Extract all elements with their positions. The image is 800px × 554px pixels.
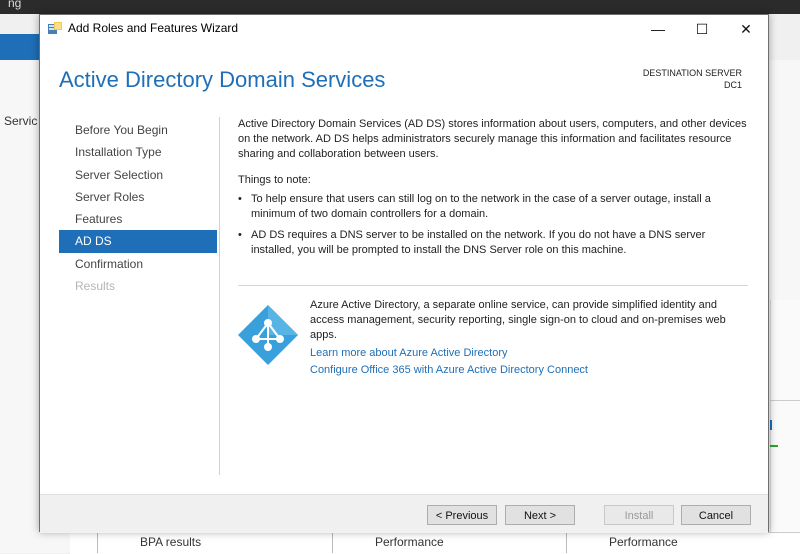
title-bar[interactable]: Add Roles and Features Wizard — ☐ ✕ xyxy=(40,15,768,43)
wizard-window: Add Roles and Features Wizard — ☐ ✕ Acti… xyxy=(39,14,769,533)
note-list: • To help ensure that users can still lo… xyxy=(238,192,750,258)
intro-text: Active Directory Domain Services (AD DS)… xyxy=(238,118,747,160)
background-right-divider xyxy=(770,400,800,401)
background-cell-performance[interactable]: Performance xyxy=(375,535,444,549)
bullet-icon: • xyxy=(238,229,242,241)
content-separator xyxy=(238,285,748,286)
maximize-button[interactable]: ☐ xyxy=(680,15,724,43)
background-services-label: Servic xyxy=(4,114,38,128)
nav-item-before-you-begin[interactable]: Before You Begin xyxy=(59,119,217,141)
window-title: Add Roles and Features Wizard xyxy=(68,21,239,35)
wizard-footer: < Previous Next > Install Cancel xyxy=(40,494,768,533)
nav-item-installation-type[interactable]: Installation Type xyxy=(59,141,217,163)
install-button: Install xyxy=(604,505,674,525)
background-nav-highlight xyxy=(0,34,40,60)
nav-divider xyxy=(219,117,220,475)
background-right-panel xyxy=(770,300,800,553)
azure-info: Azure Active Directory, a separate onlin… xyxy=(310,298,750,380)
list-item: • To help ensure that users can still lo… xyxy=(238,192,750,222)
background-cell-bpa[interactable]: BPA results xyxy=(140,535,201,549)
azure-active-directory-icon xyxy=(238,305,298,365)
nav-item-ad-ds[interactable]: AD DS xyxy=(59,230,217,253)
nav-item-results: Results xyxy=(75,279,116,294)
destination-label: DESTINATION SERVER xyxy=(642,68,742,78)
previous-button[interactable]: < Previous xyxy=(427,505,497,525)
configure-office365-link[interactable]: Configure Office 365 with Azure Active D… xyxy=(310,363,750,378)
nav-item-features[interactable]: Features xyxy=(59,208,217,230)
nav-item-server-selection[interactable]: Server Selection xyxy=(59,164,217,186)
background-cell-divider xyxy=(332,532,333,553)
learn-more-azure-link[interactable]: Learn more about Azure Active Directory xyxy=(310,346,750,361)
destination-server-name: DC1 xyxy=(723,80,742,90)
background-green-marker xyxy=(770,445,778,447)
bullet-icon: • xyxy=(238,193,242,205)
azure-description: Azure Active Directory, a separate onlin… xyxy=(310,299,726,341)
next-button[interactable]: Next > xyxy=(505,505,575,525)
background-cell-performance[interactable]: Performance xyxy=(609,535,678,549)
nav-item-server-roles[interactable]: Server Roles xyxy=(59,186,217,208)
background-topbar-text: ng xyxy=(8,0,22,10)
destination-server: DESTINATION SERVER DC1 xyxy=(643,67,742,91)
server-manager-icon xyxy=(48,22,62,34)
background-topbar: ng xyxy=(0,0,800,14)
content-panel: Active Directory Domain Services (AD DS)… xyxy=(238,117,750,264)
list-item: • AD DS requires a DNS server to be inst… xyxy=(238,228,750,258)
background-blue-marker xyxy=(770,420,772,430)
close-button[interactable]: ✕ xyxy=(724,15,768,43)
minimize-button[interactable]: — xyxy=(636,15,680,43)
note-text: AD DS requires a DNS server to be instal… xyxy=(251,229,706,256)
note-text: To help ensure that users can still log … xyxy=(251,193,711,220)
nav-item-confirmation[interactable]: Confirmation xyxy=(59,253,217,275)
background-cell-divider xyxy=(566,532,567,553)
cancel-button[interactable]: Cancel xyxy=(681,505,751,525)
things-to-note-heading: Things to note: xyxy=(238,174,311,186)
wizard-nav: Before You Begin Installation Type Serve… xyxy=(59,119,217,297)
page-title: Active Directory Domain Services xyxy=(59,67,386,92)
background-cell-divider xyxy=(97,532,98,553)
